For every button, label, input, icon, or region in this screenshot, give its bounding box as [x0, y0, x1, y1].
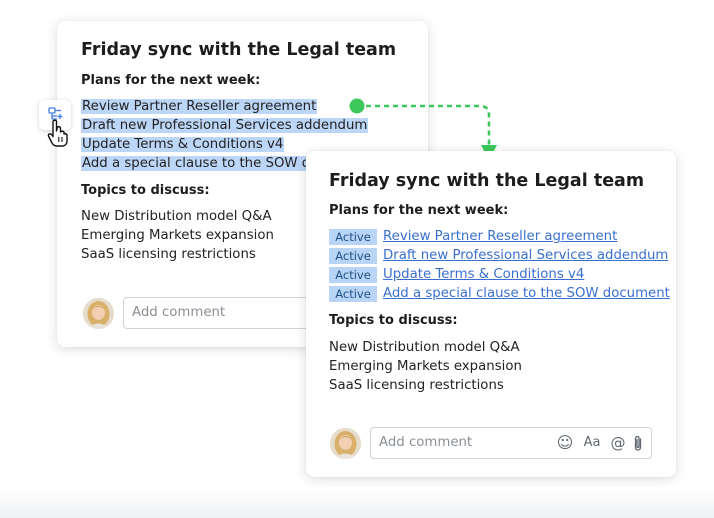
status-badge[interactable]: Active	[329, 267, 377, 283]
comment-input[interactable]: Add comment ☺ Aa @	[370, 427, 652, 459]
topic-line: Emerging Markets expansion	[329, 359, 522, 374]
text-format-icon[interactable]: Aa	[581, 434, 603, 452]
topic-line: New Distribution model Q&A	[329, 340, 520, 355]
plans-heading: Plans for the next week:	[329, 203, 509, 218]
avatar	[330, 428, 361, 459]
status-badge[interactable]: Active	[329, 286, 377, 302]
mention-icon[interactable]: @	[609, 434, 627, 452]
task-link[interactable]: Review Partner Reseller agreement	[383, 229, 617, 245]
task-link[interactable]: Add a special clause to the SOW document	[383, 286, 670, 302]
topic-line: SaaS licensing restrictions	[329, 378, 504, 393]
comment-placeholder: Add comment	[379, 435, 473, 450]
task-link[interactable]: Draft new Professional Services addendum	[383, 248, 668, 264]
note-title: Friday sync with the Legal team	[329, 171, 645, 191]
emoji-icon[interactable]: ☺	[556, 434, 574, 452]
status-badge[interactable]: Active	[329, 248, 377, 264]
task-link[interactable]: Update Terms & Conditions v4	[383, 267, 584, 283]
status-badge[interactable]: Active	[329, 229, 377, 245]
topics-heading: Topics to discuss:	[329, 313, 458, 328]
note-card-converted: Friday sync with the Legal team Plans fo…	[306, 151, 676, 477]
attachment-icon[interactable]	[629, 434, 647, 452]
